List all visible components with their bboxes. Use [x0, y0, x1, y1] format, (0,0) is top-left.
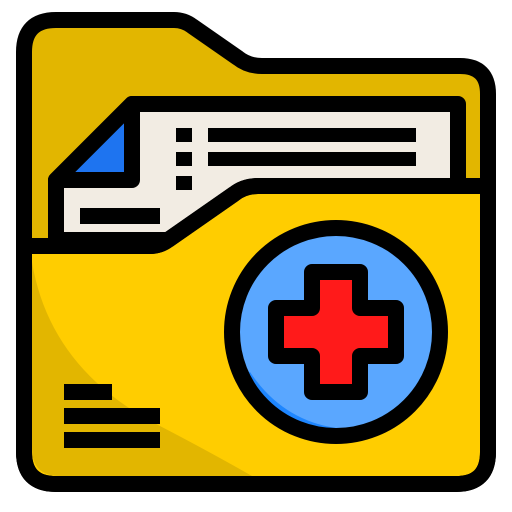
document-bullet: [176, 152, 192, 166]
folder-icon-graphic: [16, 12, 496, 492]
folder-label-line: [64, 384, 112, 400]
document-line: [208, 152, 416, 166]
add-badge: [224, 220, 448, 444]
document-line: [80, 208, 160, 224]
document-line: [208, 128, 416, 142]
document-bullet: [176, 176, 192, 190]
document-bullet: [176, 128, 192, 142]
folder-label-line: [64, 432, 160, 448]
medical-folder-icon: [0, 0, 512, 512]
folder-label-line: [64, 408, 160, 424]
